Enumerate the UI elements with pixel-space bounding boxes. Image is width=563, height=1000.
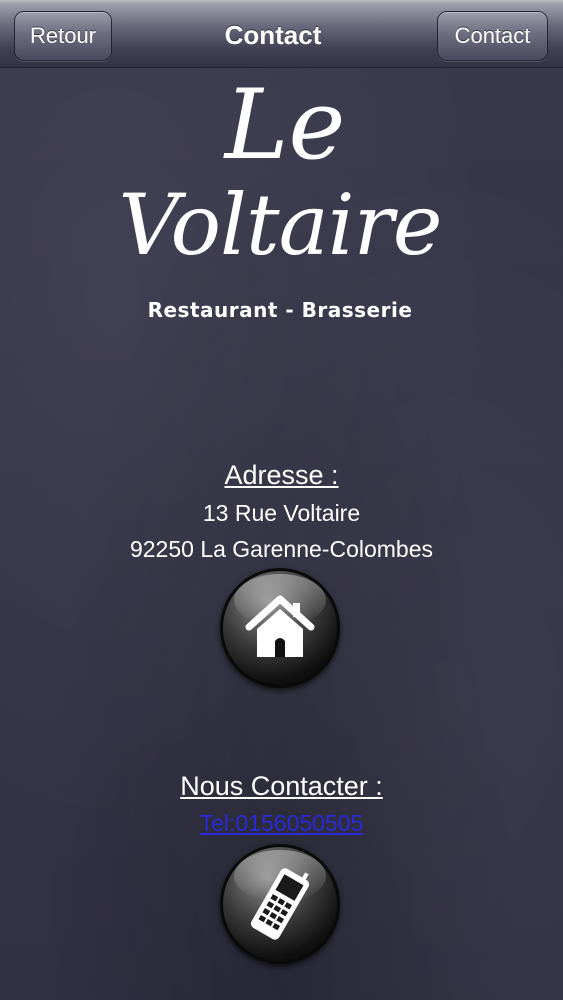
contact-heading: Nous Contacter : xyxy=(180,771,383,801)
contact-button[interactable]: Contact xyxy=(437,11,548,61)
logo-line-le: Le xyxy=(224,69,346,181)
address-city: 92250 La Garenne-Colombes xyxy=(129,536,434,562)
map-home-button[interactable] xyxy=(220,568,340,688)
navigation-bar: Retour Contact Contact xyxy=(0,0,563,68)
restaurant-logo: Le Voltaire Restaurant - Brasserie xyxy=(100,70,460,335)
contact-screen: Retour Contact Contact Le Voltaire Resta… xyxy=(0,0,563,1000)
address-street: 13 Rue Voltaire xyxy=(202,500,361,526)
mobile-phone-icon xyxy=(250,868,310,940)
phone-link[interactable]: Tel:0156050505 xyxy=(0,810,563,837)
home-icon xyxy=(245,595,315,657)
page-title: Contact xyxy=(224,20,322,50)
call-phone-button[interactable] xyxy=(220,844,340,964)
logo-subtitle: Restaurant - Brasserie xyxy=(147,298,413,322)
logo-line-voltaire: Voltaire xyxy=(118,176,443,274)
back-button[interactable]: Retour xyxy=(14,11,112,61)
address-heading: Adresse : xyxy=(224,460,339,490)
